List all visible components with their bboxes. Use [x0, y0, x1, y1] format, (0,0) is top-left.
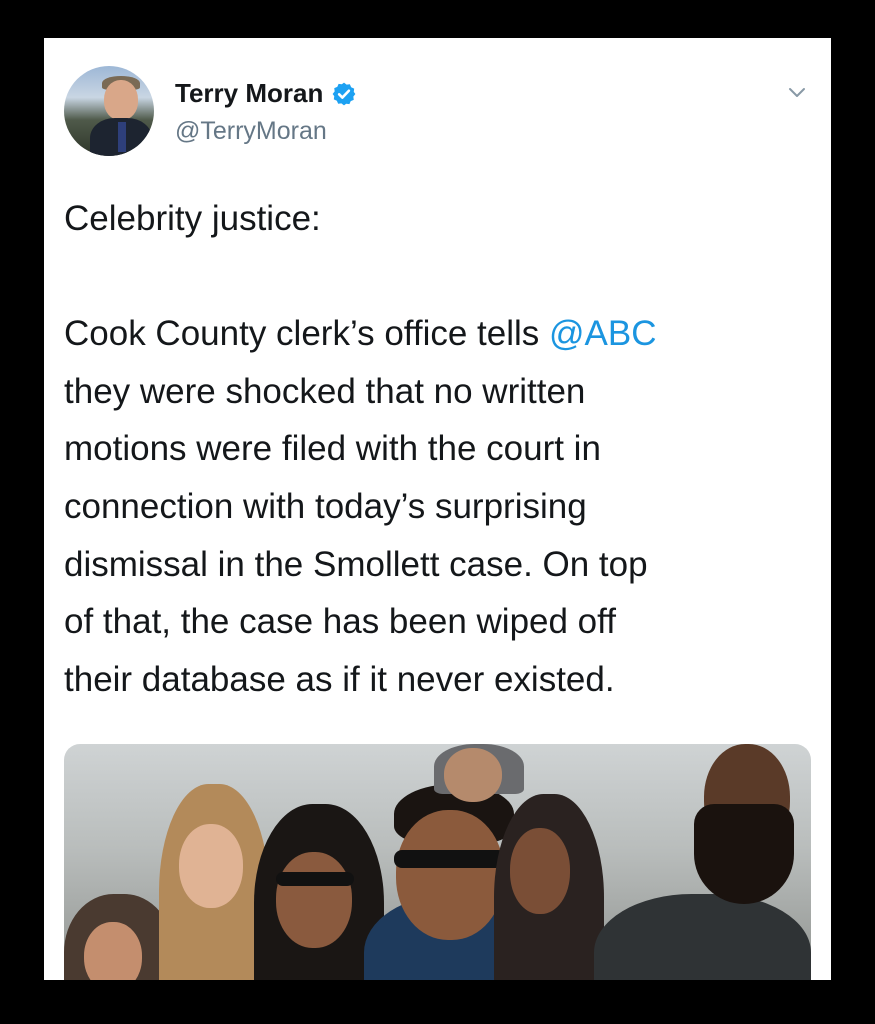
photo-face [444, 748, 502, 802]
photo-face [84, 922, 142, 980]
tweet-line [64, 248, 824, 306]
tweet-line: their database as if it never existed. [64, 659, 615, 699]
avatar-tie [118, 122, 126, 152]
tweet-line: Celebrity justice: [64, 199, 321, 238]
author-name[interactable]: Terry Moran [175, 78, 323, 109]
tweet-card: Terry Moran @TerryMoran Celebrity justic… [44, 38, 831, 980]
avatar[interactable] [64, 66, 154, 156]
tweet-line: dismissal in the Smollett case. On top [64, 544, 648, 584]
author-handle[interactable]: @TerryMoran [175, 117, 327, 146]
chevron-down-icon[interactable] [785, 80, 809, 104]
mention-link[interactable]: @ABC [549, 314, 657, 353]
tweet-text: Celebrity justice: Cook County clerk’s o… [64, 190, 824, 708]
author-row: Terry Moran [175, 78, 357, 109]
avatar-face [104, 80, 138, 120]
verified-badge-icon [331, 81, 357, 107]
tweet-line: connection with today’s surprising [64, 486, 587, 526]
photo-sunglasses [394, 850, 506, 868]
tweet-photo[interactable] [64, 744, 811, 980]
tweet-line-text: Cook County clerk’s office tells [64, 314, 550, 354]
photo-person [594, 894, 811, 980]
photo-face [276, 852, 352, 948]
tweet-line: Cook County clerk’s office tells @ABC [64, 305, 824, 363]
tweet-line: they were shocked that no written [64, 371, 586, 411]
photo-face [396, 810, 504, 940]
photo-person [694, 804, 794, 904]
photo-sunglasses [276, 872, 354, 886]
photo-face [179, 824, 243, 908]
tweet-line: of that, the case has been wiped off [64, 602, 616, 642]
photo-face [510, 828, 570, 914]
tweet-line: motions were filed with the court in [64, 429, 601, 469]
